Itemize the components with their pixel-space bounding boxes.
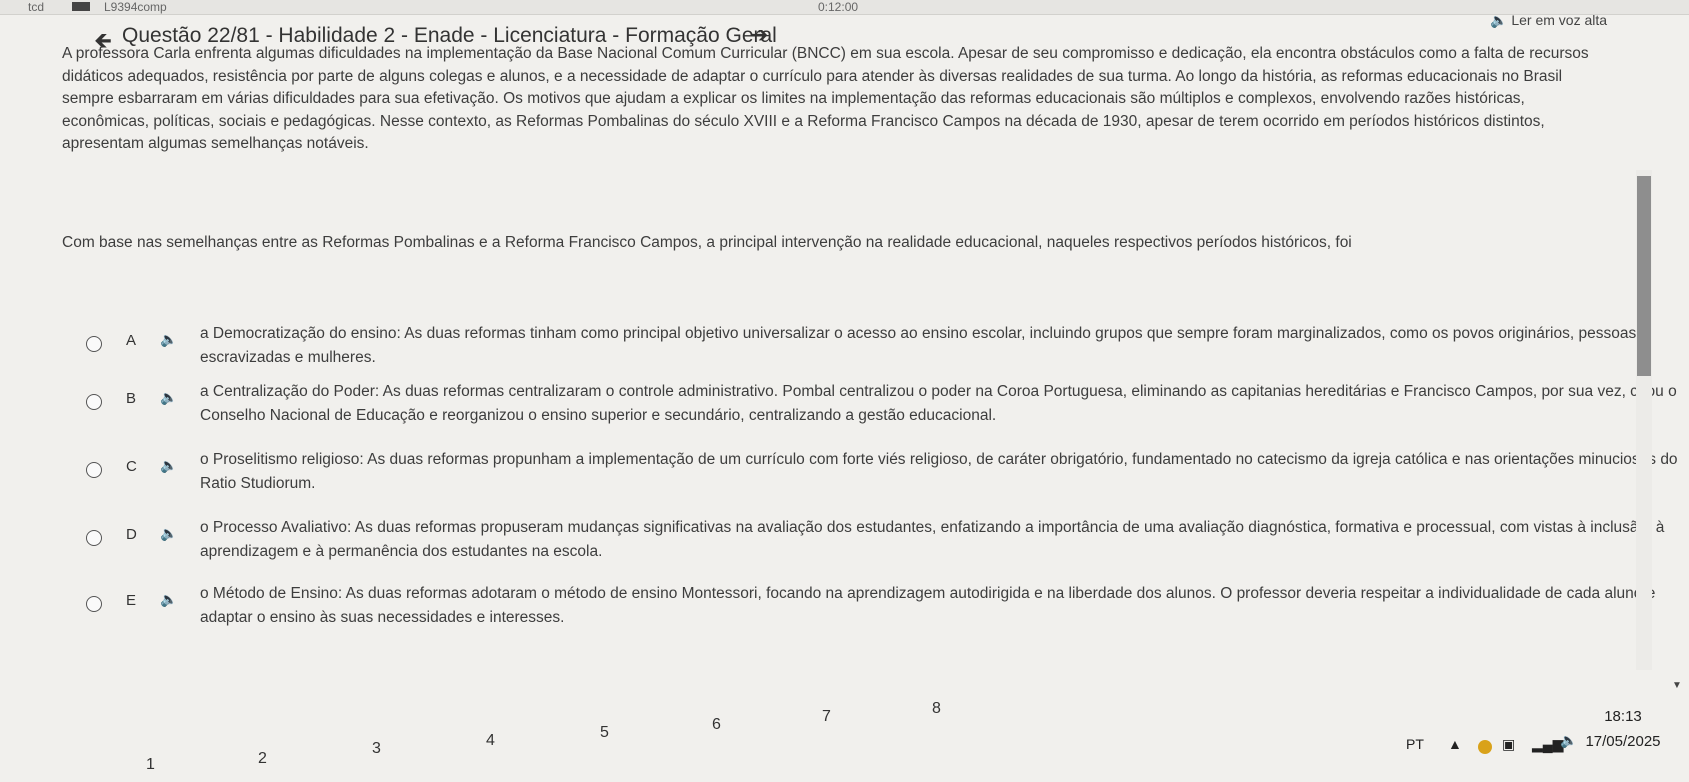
clock-time: 18:13 <box>1604 708 1642 725</box>
question-paragraph-2: Com base nas semelhanças entre as Reform… <box>62 234 1352 251</box>
page-button-1[interactable]: 1 <box>146 756 155 774</box>
option-text: a Centralização do Poder: As duas reform… <box>200 383 1677 424</box>
page-button-4[interactable]: 4 <box>486 732 495 750</box>
speaker-icon: 🔈 <box>1490 12 1508 28</box>
page-button-2[interactable]: 2 <box>258 750 267 768</box>
speaker-icon[interactable]: 🔈 <box>160 591 177 608</box>
signal-icon[interactable]: ▂▄▆ <box>1532 736 1563 753</box>
page-button-6[interactable]: 6 <box>712 716 721 734</box>
option-d-radio[interactable] <box>86 530 102 546</box>
page-button-7[interactable]: 7 <box>822 708 831 726</box>
speaker-icon[interactable]: 🔈 <box>160 331 177 348</box>
network-icon[interactable]: ▣ <box>1502 736 1515 753</box>
option-text: o Método de Ensino: As duas reformas ado… <box>200 585 1656 626</box>
speaker-icon[interactable]: 🔈 <box>160 525 177 542</box>
read-aloud-button[interactable]: 🔈 Ler em voz alta <box>1490 12 1607 29</box>
option-letter: E <box>126 592 137 609</box>
top-strip-text-2: L9394comp <box>104 0 167 14</box>
option-text: o Proselitismo religioso: As duas reform… <box>200 451 1678 492</box>
read-aloud-label: Ler em voz alta <box>1511 12 1608 28</box>
volume-icon[interactable]: 🔈 <box>1560 732 1577 749</box>
option-a-radio[interactable] <box>86 336 102 352</box>
option-letter: B <box>126 390 137 407</box>
option-letter: C <box>126 458 137 475</box>
question-pager <box>0 690 1390 782</box>
speaker-icon[interactable]: 🔈 <box>160 389 177 406</box>
clock-date: 17/05/2025 <box>1585 733 1661 750</box>
option-letter: D <box>126 526 137 543</box>
option-b-radio[interactable] <box>86 394 102 410</box>
chevron-up-icon[interactable]: ▲ <box>1448 736 1462 752</box>
option-text: a Democratização do ensino: As duas refo… <box>200 325 1637 366</box>
page-button-8[interactable]: 8 <box>932 700 941 718</box>
top-strip-text: tcd <box>28 0 45 14</box>
language-indicator[interactable]: PT <box>1406 736 1424 752</box>
option-letter: A <box>126 332 137 349</box>
option-c-radio[interactable] <box>86 462 102 478</box>
app-tray-icon[interactable] <box>1478 740 1492 754</box>
timer-text: 0:12:00 <box>818 0 859 14</box>
speaker-icon[interactable]: 🔈 <box>160 457 177 474</box>
browser-top-strip: tcd L9394comp 0:12:00 <box>0 0 1689 15</box>
option-e-radio[interactable] <box>86 596 102 612</box>
scrollbar-thumb[interactable] <box>1637 176 1651 376</box>
question-paragraph-1: A professora Carla enfrenta algumas difi… <box>62 45 1589 152</box>
top-strip-block <box>72 2 90 11</box>
option-text: o Processo Avaliativo: As duas reformas … <box>200 519 1665 560</box>
system-clock[interactable]: 18:13 17/05/2025 <box>1585 704 1661 754</box>
page-button-5[interactable]: 5 <box>600 724 609 742</box>
page-button-3[interactable]: 3 <box>372 740 381 758</box>
